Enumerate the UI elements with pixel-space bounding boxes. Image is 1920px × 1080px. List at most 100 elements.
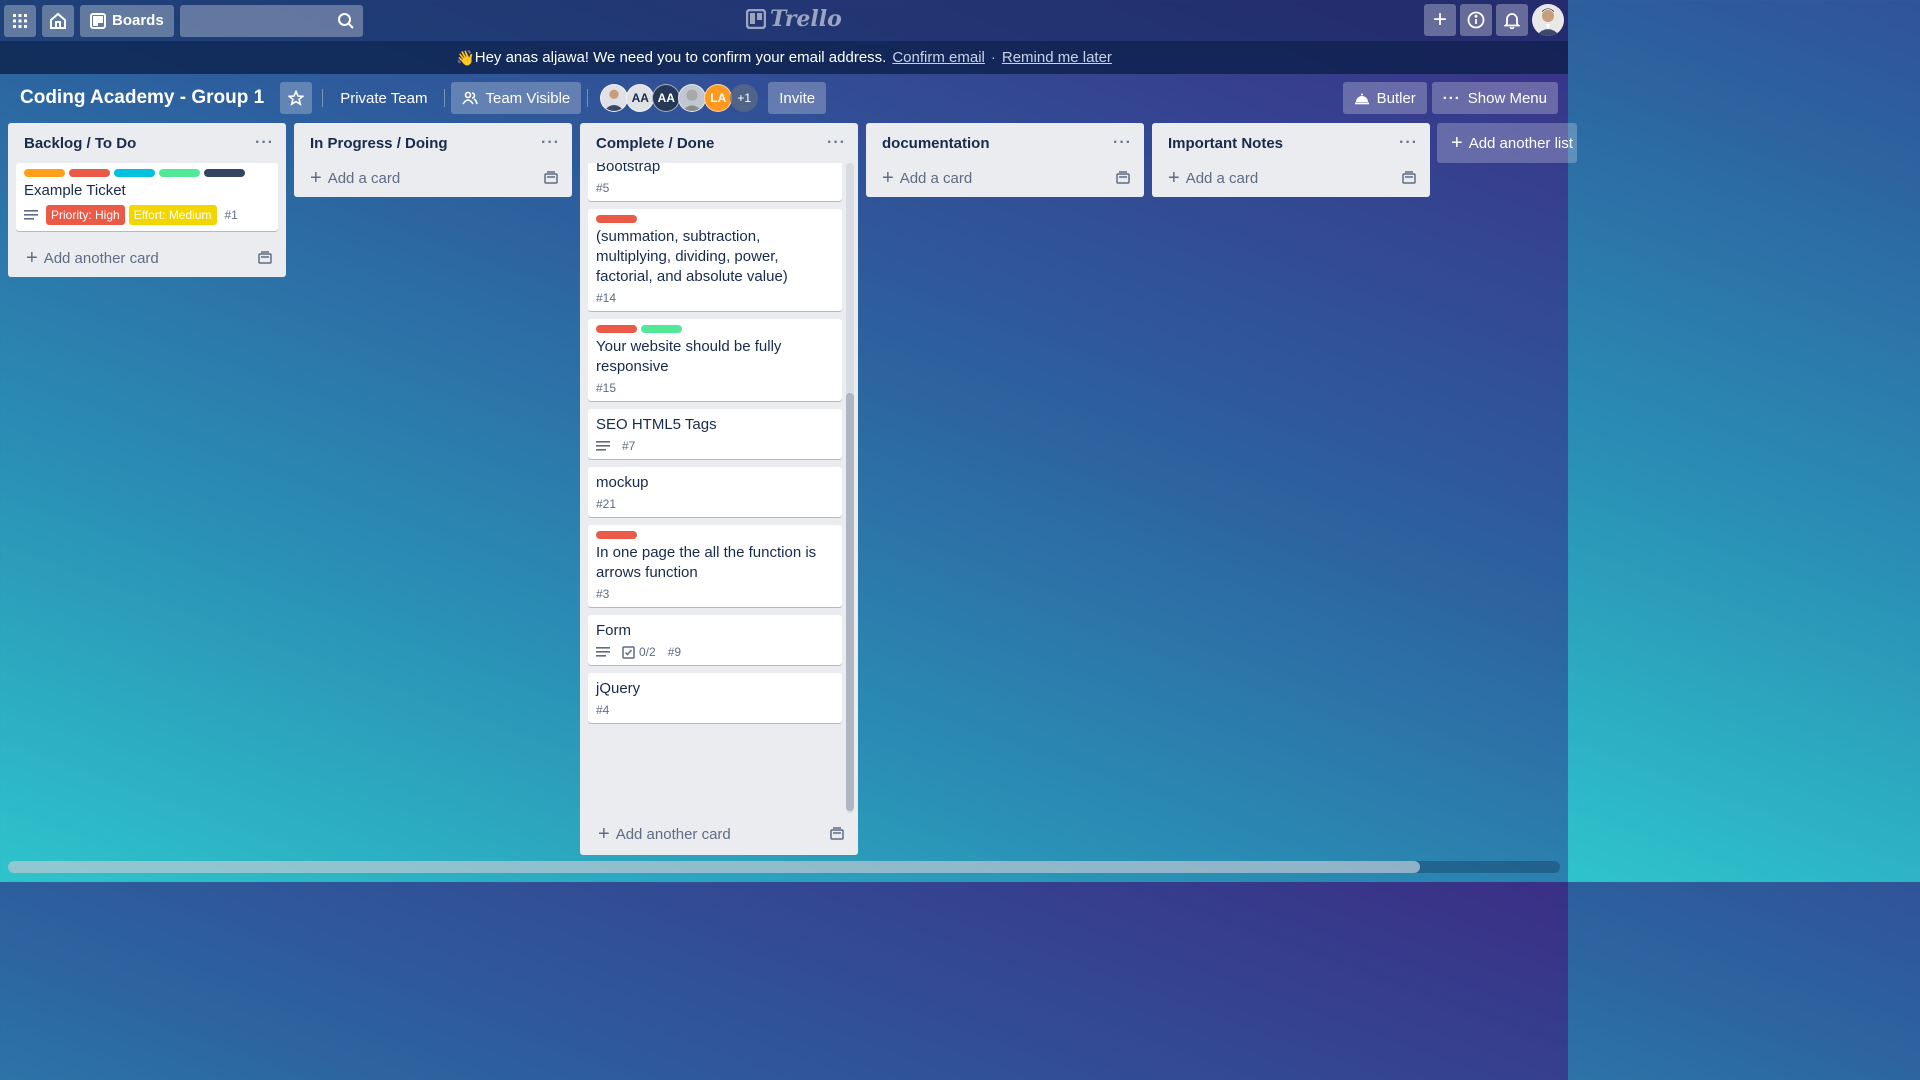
add-card-label: Add another card: [43, 249, 159, 267]
list-title[interactable]: In Progress / Doing: [310, 135, 448, 152]
label-red[interactable]: [596, 215, 637, 223]
list-menu-icon[interactable]: ···: [541, 134, 560, 152]
card-number: #5: [596, 181, 610, 195]
list-header[interactable]: In Progress / Doing ···: [294, 123, 572, 163]
label-green[interactable]: [641, 325, 682, 333]
member-avatar-photo[interactable]: [600, 84, 629, 112]
member-photo-icon: [682, 89, 702, 111]
card-title: mockup: [596, 474, 649, 491]
add-card-button[interactable]: + Add a card: [1152, 159, 1430, 197]
card-bootstrap[interactable]: Bootstrap #5: [588, 163, 842, 201]
list-header[interactable]: Backlog / To Do ···: [8, 123, 286, 163]
template-icon[interactable]: [1116, 171, 1130, 185]
member-avatar-aa-dark[interactable]: AA: [652, 84, 681, 112]
list-header[interactable]: Important Notes ···: [1152, 123, 1430, 163]
member-avatar-la[interactable]: LA: [704, 84, 733, 112]
card-arrow-functions[interactable]: In one page the all the function is arro…: [588, 525, 842, 607]
plus-icon: +: [882, 167, 894, 189]
add-card-label: Add a card: [327, 169, 401, 187]
team-button[interactable]: Private Team: [329, 82, 438, 114]
label-sky[interactable]: [114, 169, 155, 177]
list-title[interactable]: Complete / Done: [596, 135, 714, 152]
list-cards-scroll[interactable]: Bootstrap #5 (summation, subtraction, mu…: [580, 163, 858, 813]
add-card-button[interactable]: + Add another card: [8, 239, 286, 277]
list-header[interactable]: documentation ···: [866, 123, 1144, 163]
wave-icon: 👋: [456, 49, 475, 67]
notifications-button[interactable]: [1496, 4, 1528, 36]
add-card-button[interactable]: + Add a card: [294, 159, 572, 197]
card-mockup[interactable]: mockup #21: [588, 467, 842, 517]
template-icon[interactable]: [1402, 171, 1416, 185]
list-header[interactable]: Complete / Done ···: [580, 123, 858, 163]
add-card-button[interactable]: + Add another card: [580, 813, 858, 855]
member-avatar-aa[interactable]: AA: [626, 84, 655, 112]
card-title: In one page the all the function is arro…: [596, 544, 817, 581]
trello-logo[interactable]: Trello: [746, 6, 842, 32]
board-header: Coding Academy - Group 1 Private Team Te…: [0, 74, 1568, 122]
label-red[interactable]: [596, 531, 637, 539]
label-red[interactable]: [596, 325, 637, 333]
card-number: #4: [596, 703, 610, 717]
confirm-email-link[interactable]: Confirm email: [892, 49, 985, 66]
board-title[interactable]: Coding Academy - Group 1: [20, 87, 264, 109]
add-list-button[interactable]: + Add another list: [1437, 123, 1577, 163]
trello-logo-icon: [746, 9, 766, 29]
list-menu-icon[interactable]: ···: [255, 134, 274, 152]
board-horizontal-scrollbar[interactable]: [8, 861, 1560, 873]
more-members-badge[interactable]: +1: [730, 84, 759, 112]
card-responsive[interactable]: Your website should be fully responsive …: [588, 319, 842, 401]
card-number: #15: [596, 381, 617, 395]
list-menu-icon[interactable]: ···: [1113, 134, 1132, 152]
label-orange[interactable]: [24, 169, 65, 177]
team-visible-icon: [462, 91, 479, 105]
card-example-ticket[interactable]: Example Ticket Priority: High Effort: Me…: [16, 163, 278, 231]
list-backlog: Backlog / To Do ··· Example Ticket Prior…: [8, 123, 286, 277]
list-menu-icon[interactable]: ···: [1399, 134, 1418, 152]
plus-icon: +: [1168, 167, 1180, 189]
add-card-label: Add another card: [615, 825, 731, 843]
card-title: SEO HTML5 Tags: [596, 416, 717, 433]
add-card-button[interactable]: + Add a card: [866, 159, 1144, 197]
boards-button[interactable]: Boards: [80, 4, 174, 37]
template-icon[interactable]: [544, 171, 558, 185]
priority-tag: Priority: High: [46, 205, 125, 225]
star-button[interactable]: [280, 82, 313, 114]
card-title: Example Ticket: [24, 182, 126, 199]
user-avatar[interactable]: [1532, 4, 1564, 36]
card-title: Your website should be fully responsive: [596, 338, 782, 375]
search-input[interactable]: [179, 4, 363, 37]
invite-button[interactable]: Invite: [768, 82, 827, 114]
search-field[interactable]: [179, 4, 363, 37]
add-card-label: Add a card: [899, 169, 973, 187]
create-button[interactable]: +: [1424, 4, 1456, 36]
label-red[interactable]: [69, 169, 110, 177]
member-avatar-photo-2[interactable]: [678, 84, 707, 112]
list-scrollbar[interactable]: [846, 163, 854, 813]
label-black[interactable]: [204, 169, 245, 177]
card-number: #14: [596, 291, 617, 305]
list-menu-icon[interactable]: ···: [827, 134, 846, 152]
card-math-operations[interactable]: (summation, subtraction, multiplying, di…: [588, 209, 842, 311]
board-members: AA AA LA +1: [600, 84, 759, 112]
list-scrollbar-thumb[interactable]: [846, 393, 854, 811]
label-green[interactable]: [159, 169, 200, 177]
butler-button[interactable]: Butler: [1342, 82, 1427, 114]
show-menu-button[interactable]: ··· Show Menu: [1431, 82, 1558, 114]
card-form[interactable]: Form 0/2 #9: [588, 615, 842, 665]
home-button[interactable]: [42, 4, 74, 37]
list-title[interactable]: Backlog / To Do: [24, 135, 136, 152]
template-icon[interactable]: [258, 251, 272, 265]
apps-grid-button[interactable]: [4, 4, 36, 37]
list-title[interactable]: documentation: [882, 135, 990, 152]
card-seo-tags[interactable]: SEO HTML5 Tags #7: [588, 409, 842, 459]
search-icon[interactable]: [337, 12, 355, 30]
info-button[interactable]: [1460, 4, 1492, 36]
visibility-button[interactable]: Team Visible: [451, 82, 582, 114]
board-scrollbar-thumb[interactable]: [8, 861, 1420, 873]
list-title[interactable]: Important Notes: [1168, 135, 1283, 152]
template-icon[interactable]: [830, 827, 844, 841]
user-photo-icon: [1536, 8, 1560, 36]
remind-later-link[interactable]: Remind me later: [1002, 49, 1112, 66]
card-jquery[interactable]: jQuery #4: [588, 673, 842, 723]
card-title: jQuery: [596, 680, 641, 697]
